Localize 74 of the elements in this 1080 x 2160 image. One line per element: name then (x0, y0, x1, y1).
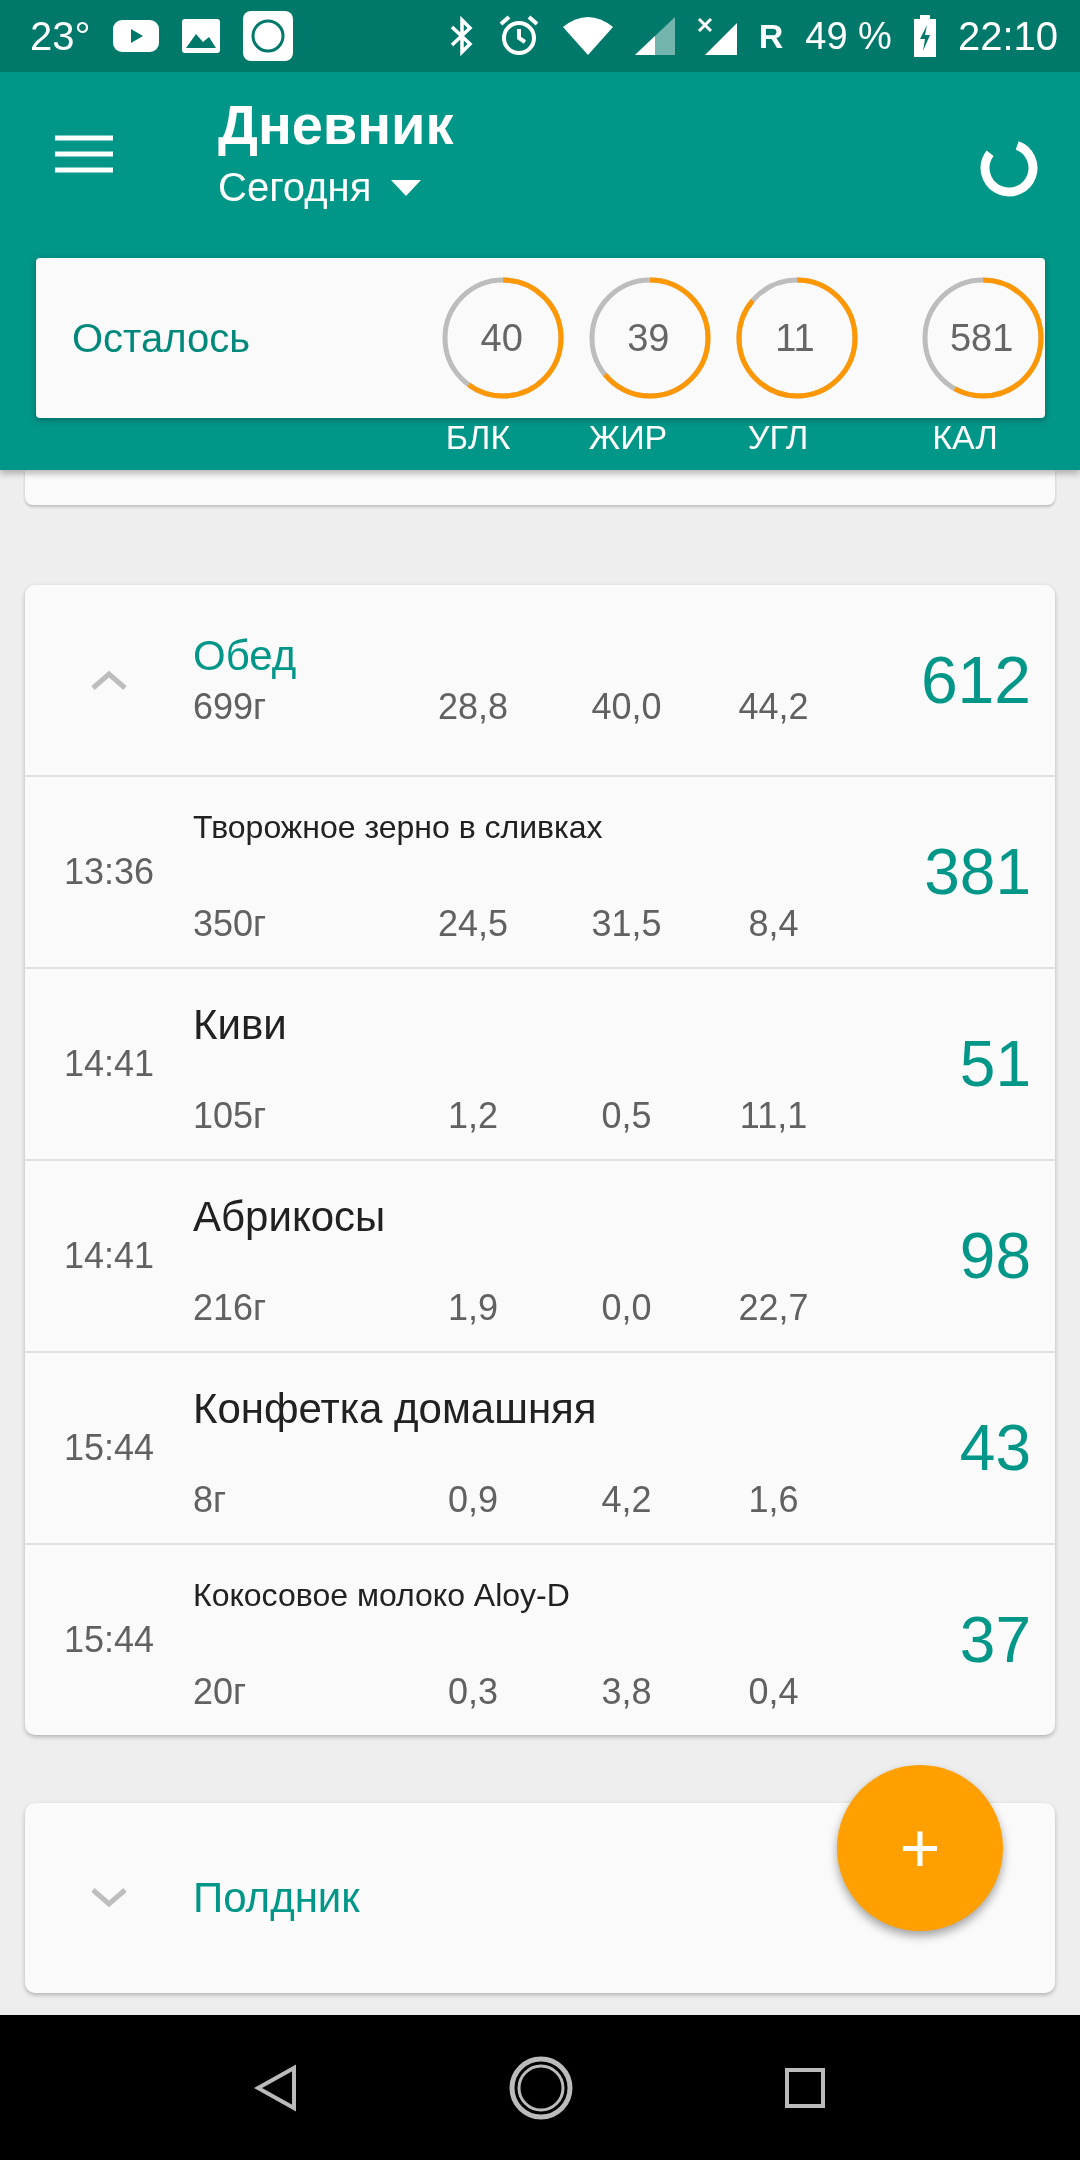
carbs: 1,6 (747, 1479, 800, 1521)
food-time: 15:44 (63, 1427, 155, 1469)
nutrient-label: УГЛ (747, 418, 809, 457)
food-calories: 43 (959, 1411, 1031, 1485)
weight: 20г (193, 1671, 248, 1713)
food-calories: 51 (959, 1027, 1031, 1101)
weight: 699г (193, 686, 268, 728)
remaining-value: 11 (775, 316, 815, 360)
food-time: 15:44 (63, 1619, 155, 1661)
fat: 0,0 (600, 1287, 653, 1329)
protein: 1,9 (446, 1287, 499, 1329)
food-name: Киви (193, 1001, 288, 1049)
food-name: Творожное зерно в сливках (193, 809, 604, 846)
recents-icon[interactable] (783, 2066, 826, 2109)
app-icon (242, 11, 293, 61)
food-calories: 37 (959, 1603, 1031, 1677)
fat: 4,2 (600, 1479, 653, 1521)
bluetooth-icon (448, 16, 475, 56)
food-name: Конфетка домашняя (193, 1385, 598, 1433)
weight: 105г (193, 1095, 268, 1137)
meal-title: Обед (193, 632, 298, 680)
carbs: 0,4 (747, 1671, 800, 1713)
protein: 0,3 (446, 1671, 499, 1713)
fat: 40,0 (590, 686, 663, 728)
remaining-value: 39 (627, 316, 670, 360)
food-row[interactable]: 14:41 Абрикосы 216г 1,9 0,0 22,7 98 (25, 1159, 1055, 1351)
weight: 216г (193, 1287, 268, 1329)
roaming-indicator: R (758, 16, 784, 56)
play-icon (112, 20, 159, 52)
food-calories: 98 (959, 1219, 1031, 1293)
image-icon (180, 18, 221, 54)
weight: 8г (193, 1479, 228, 1521)
food-row[interactable]: 14:41 Киви 105г 1,2 0,5 11,1 51 (25, 967, 1055, 1159)
screen-title: Дневник (218, 92, 454, 157)
food-time: 14:41 (63, 1235, 155, 1277)
fat: 0,5 (600, 1095, 653, 1137)
food-row[interactable]: 15:44 Кокосовое молоко Aloy-D 20г 0,3 3,8 0,4 37 (25, 1543, 1055, 1735)
food-calories: 381 (924, 835, 1031, 909)
food-row[interactable]: 13:36 Творожное зерно в сливках 350г 24,5 31,5 8,4 381 (25, 775, 1055, 967)
temperature: 23° (30, 13, 91, 59)
fat: 3,8 (600, 1671, 653, 1713)
meal-calories: 612 (920, 642, 1031, 718)
food-row[interactable]: 15:44 Конфетка домашняя 8г 0,9 4,2 1,6 43 (25, 1351, 1055, 1543)
signal-icon (634, 17, 675, 55)
protein: 1,2 (446, 1095, 499, 1137)
nutrient-label: КАЛ (932, 418, 998, 457)
menu-icon[interactable] (55, 134, 113, 174)
wifi-icon (562, 17, 613, 55)
food-name: Абрикосы (193, 1193, 387, 1241)
back-icon[interactable] (254, 2063, 299, 2112)
protein: 24,5 (436, 903, 510, 945)
protein: 0,9 (446, 1479, 499, 1521)
no-signal-icon (696, 17, 737, 55)
carbs: 8,4 (747, 903, 800, 945)
fat: 31,5 (590, 903, 663, 945)
carbs: 22,7 (737, 1287, 810, 1329)
food-name: Кокосовое молоко Aloy-D (193, 1577, 571, 1614)
battery-charging-icon (913, 15, 936, 57)
remaining-label: Осталось (72, 315, 252, 361)
carbs: 44,2 (737, 686, 810, 728)
nutrient-label: БЛК (445, 418, 511, 457)
protein: 28,8 (436, 686, 510, 728)
remaining-value: 40 (480, 316, 523, 360)
weight: 350г (193, 903, 268, 945)
battery-percent: 49 % (805, 14, 892, 58)
remaining-value: 581 (949, 316, 1014, 360)
period-dropdown[interactable]: Сегодня (218, 165, 454, 210)
nutrient-label: ЖИР (588, 418, 668, 457)
food-time: 13:36 (63, 851, 155, 893)
meal-title: Полдник (193, 1874, 361, 1922)
carbs: 11,1 (738, 1095, 809, 1137)
caret-icon (391, 179, 422, 196)
food-time: 14:41 (63, 1043, 155, 1085)
clock: 22:10 (957, 13, 1058, 59)
